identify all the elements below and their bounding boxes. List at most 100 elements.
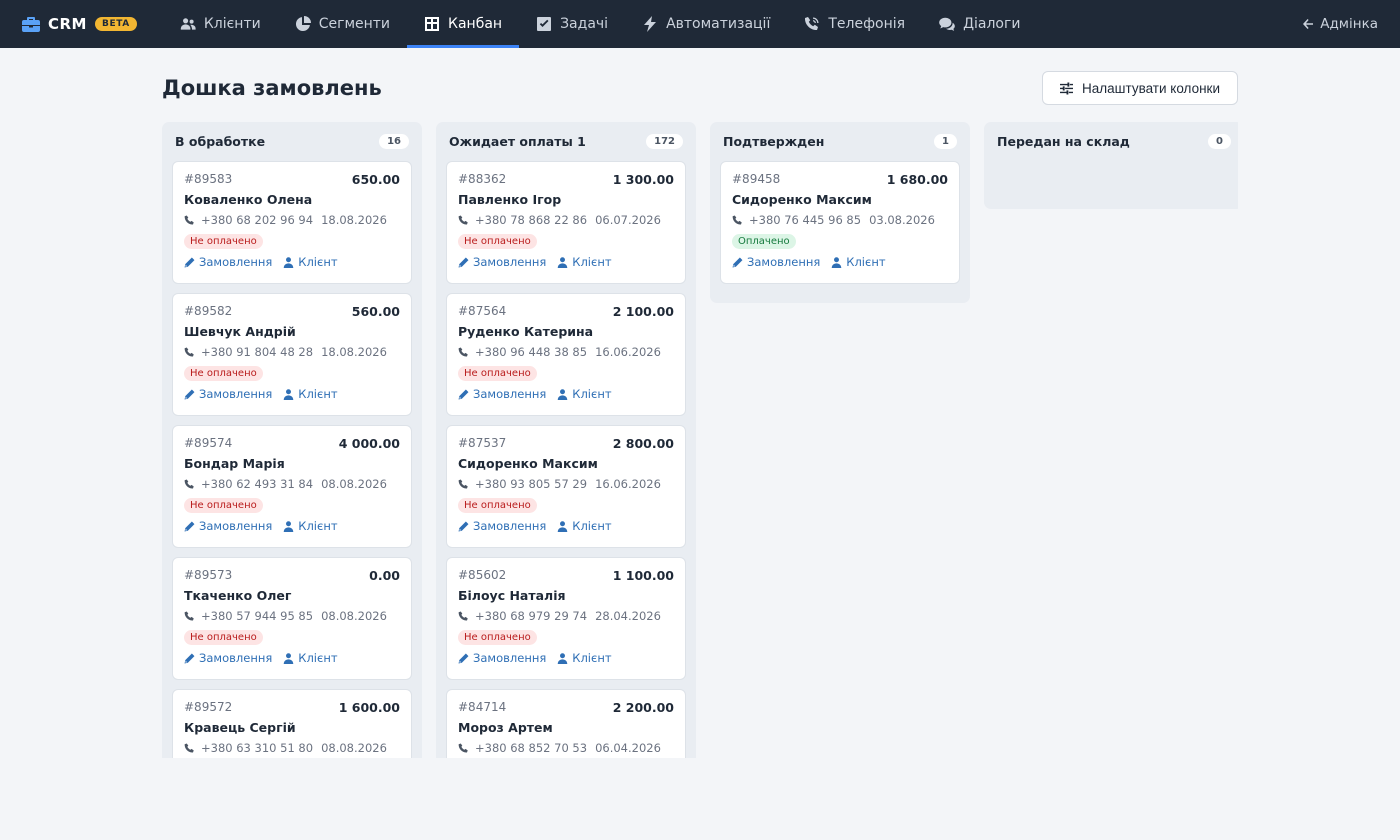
order-meta: +380 62 493 31 84 08.08.2026 (184, 476, 400, 492)
order-amount: 2 800.00 (612, 435, 674, 451)
column-header[interactable]: В обработке 16 (172, 122, 412, 161)
sliders-icon (1060, 81, 1074, 95)
client-phone: +380 57 944 95 85 (201, 609, 314, 623)
column-header[interactable]: Ожидает оплаты 1 172 (446, 122, 686, 161)
open-client-link[interactable]: Клієнт (283, 651, 338, 665)
order-card[interactable]: #89573 0.00 Ткаченко Олег +380 57 944 95 85… (172, 557, 412, 680)
phone-icon (184, 478, 194, 489)
client-name: Бондар Марія (184, 456, 285, 471)
open-client-label: Клієнт (298, 255, 338, 269)
card-links: Замовлення Клієнт (458, 651, 674, 665)
client-name: Шевчук Андрій (184, 324, 296, 339)
order-card[interactable]: #87564 2 100.00 Руденко Катерина +380 96 44… (446, 293, 686, 416)
open-order-link[interactable]: Замовлення (184, 651, 272, 665)
user-icon (558, 520, 568, 532)
open-client-link[interactable]: Клієнт (557, 651, 612, 665)
open-order-label: Замовлення (473, 651, 547, 665)
client-name: Коваленко Олена (184, 192, 313, 207)
nav-item-dialogs[interactable]: Діалоги (922, 0, 1037, 48)
open-client-link[interactable]: Клієнт (283, 519, 338, 533)
client-phone: +380 93 805 57 29 (475, 477, 588, 491)
order-meta: +380 96 448 38 85 16.06.2026 (458, 344, 674, 360)
open-order-link[interactable]: Замовлення (184, 519, 272, 533)
open-client-link[interactable]: Клієнт (557, 519, 612, 533)
open-order-link[interactable]: Замовлення (732, 255, 820, 269)
nav-item-segments[interactable]: Сегменти (278, 0, 407, 48)
order-meta: +380 78 868 22 86 06.07.2026 (458, 212, 674, 228)
open-client-link[interactable]: Клієнт (283, 387, 338, 401)
nav-item-tasks[interactable]: Задачі (519, 0, 625, 48)
column-count-badge: 16 (379, 134, 409, 149)
open-client-link[interactable]: Клієнт (283, 255, 338, 269)
client-phone: +380 78 868 22 86 (475, 213, 588, 227)
order-id: #89573 (184, 568, 233, 582)
order-date: 18.08.2026 (321, 213, 387, 227)
open-client-label: Клієнт (846, 255, 886, 269)
column-count-badge: 0 (1208, 134, 1231, 149)
page-content: Дошка замовлень Налаштувати колонки В об… (0, 48, 1400, 758)
order-card[interactable]: #85602 1 100.00 Білоус Наталія +380 68 979 … (446, 557, 686, 680)
bolt-icon (644, 16, 657, 32)
card-links: Замовлення Клієнт (458, 519, 674, 533)
payment-status-badge: Не оплачено (458, 630, 537, 645)
admin-link[interactable]: Адмінка (1302, 0, 1378, 48)
order-date: 08.08.2026 (321, 609, 387, 623)
phone-icon (184, 346, 194, 357)
order-meta: +380 63 310 51 80 08.08.2026 (184, 740, 400, 756)
order-card[interactable]: #89458 1 680.00 Сидоренко Максим +380 76 44… (720, 161, 960, 284)
pencil-icon (458, 389, 469, 399)
order-card[interactable]: #89582 560.00 Шевчук Андрій +380 91 804 48 … (172, 293, 412, 416)
order-card[interactable]: #89574 4 000.00 Бондар Марія +380 62 493 31… (172, 425, 412, 548)
order-amount: 1 600.00 (338, 699, 400, 715)
column-header[interactable]: Передан на склад 0 (994, 122, 1234, 161)
order-meta: +380 76 445 96 85 03.08.2026 (732, 212, 948, 228)
order-card[interactable]: #84714 2 200.00 Мороз Артем +380 68 852 70 … (446, 689, 686, 758)
kanban-column: В обработке 16 #89583 650.00 Коваленко Олена… (162, 122, 422, 758)
pencil-icon (458, 257, 469, 267)
client-phone: +380 68 979 29 74 (475, 609, 588, 623)
column-header[interactable]: Подтвержден 1 (720, 122, 960, 161)
client-name: Білоус Наталія (458, 588, 566, 603)
open-order-link[interactable]: Замовлення (458, 255, 546, 269)
nav-item-automations[interactable]: Автоматизації (625, 0, 787, 48)
client-name: Сидоренко Максим (732, 192, 872, 207)
order-id: #89572 (184, 700, 233, 714)
pie-chart-icon (295, 16, 311, 32)
order-card[interactable]: #89572 1 600.00 Кравець Сергій +380 63 310 … (172, 689, 412, 758)
open-client-label: Клієнт (298, 519, 338, 533)
order-card[interactable]: #88362 1 300.00 Павленко Ігор +380 78 868 2… (446, 161, 686, 284)
open-client-label: Клієнт (572, 651, 612, 665)
open-client-link[interactable]: Клієнт (557, 387, 612, 401)
order-card[interactable]: #87537 2 800.00 Сидоренко Максим +380 93 80… (446, 425, 686, 548)
order-date: 28.04.2026 (595, 609, 661, 623)
nav-item-clients[interactable]: Клієнти (163, 0, 278, 48)
open-client-label: Клієнт (298, 651, 338, 665)
user-icon (284, 256, 294, 268)
order-id: #87537 (458, 436, 507, 450)
open-order-link[interactable]: Замовлення (458, 651, 546, 665)
open-order-link[interactable]: Замовлення (458, 519, 546, 533)
page-title: Дошка замовлень (162, 76, 382, 100)
nav-item-telephony[interactable]: Телефонія (787, 0, 922, 48)
order-meta: +380 91 804 48 28 18.08.2026 (184, 344, 400, 360)
open-order-label: Замовлення (473, 519, 547, 533)
open-order-link[interactable]: Замовлення (184, 387, 272, 401)
nav-label: Телефонія (828, 16, 906, 32)
open-order-link[interactable]: Замовлення (458, 387, 546, 401)
open-order-label: Замовлення (199, 651, 273, 665)
brand[interactable]: CRM BETA (22, 0, 137, 48)
payment-status-badge: Не оплачено (184, 366, 263, 381)
open-order-label: Замовлення (473, 387, 547, 401)
nav-item-kanban[interactable]: Канбан (407, 0, 520, 48)
pencil-icon (458, 653, 469, 663)
order-id: #88362 (458, 172, 507, 186)
order-card[interactable]: #89583 650.00 Коваленко Олена +380 68 202 9… (172, 161, 412, 284)
open-client-link[interactable]: Клієнт (557, 255, 612, 269)
column-empty-area (994, 161, 1234, 199)
open-client-link[interactable]: Клієнт (831, 255, 886, 269)
phone-icon (184, 742, 194, 753)
order-meta: +380 68 852 70 53 06.04.2026 (458, 740, 674, 756)
column-title: Подтвержден (723, 134, 825, 149)
configure-columns-button[interactable]: Налаштувати колонки (1042, 71, 1238, 105)
open-order-link[interactable]: Замовлення (184, 255, 272, 269)
